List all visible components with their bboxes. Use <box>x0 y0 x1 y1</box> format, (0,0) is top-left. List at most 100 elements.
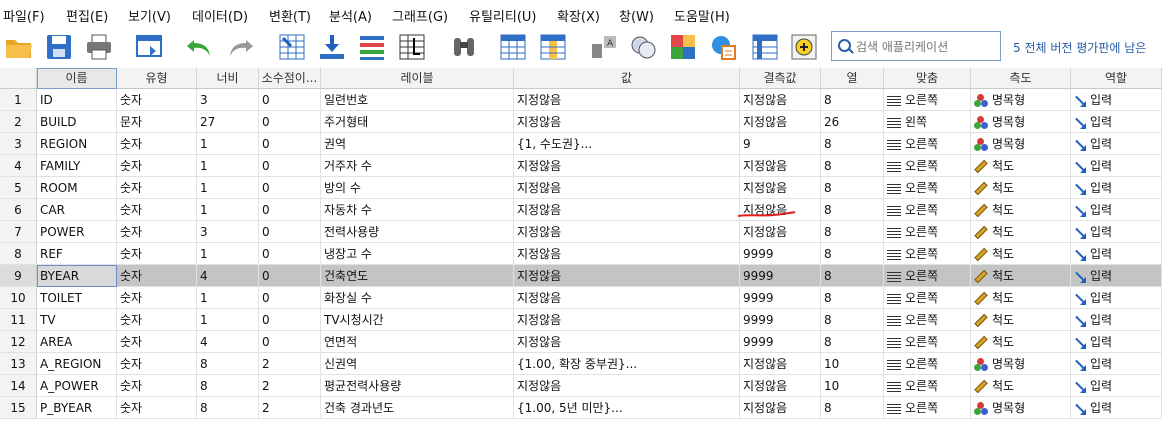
cell-label[interactable]: 주거형태 <box>321 111 514 133</box>
cell-align[interactable]: 오른쪽 <box>884 309 971 331</box>
cell-align[interactable]: 오른쪽 <box>884 331 971 353</box>
table-row[interactable]: 8 REF 숫자 1 0 냉장고 수 지정않음 9999 8 오른쪽 척도 입력 <box>0 243 1162 265</box>
menu-analyze[interactable]: 분석(A) <box>329 6 372 25</box>
cell-values[interactable]: 지정않음 <box>514 331 740 353</box>
cell-role[interactable]: 입력 <box>1071 331 1162 353</box>
cell-measure[interactable]: 척도 <box>971 287 1071 309</box>
menu-extensions[interactable]: 확장(X) <box>557 6 600 25</box>
cell-role[interactable]: 입력 <box>1071 111 1162 133</box>
cell-decimals[interactable]: 0 <box>259 89 321 111</box>
cell-label[interactable]: 전력사용량 <box>321 221 514 243</box>
cell-name[interactable]: BUILD <box>37 111 117 133</box>
cell-columns[interactable]: 8 <box>821 155 884 177</box>
table-row[interactable]: 13 A_REGION 숫자 8 2 신권역 {1.00, 확장 중부권}... 지정않음 10… <box>0 353 1162 375</box>
cell-width[interactable]: 27 <box>197 111 259 133</box>
insert-variable-icon[interactable] <box>538 32 568 62</box>
row-number[interactable]: 1 <box>0 89 37 111</box>
header-label[interactable]: 레이블 <box>321 68 514 89</box>
cell-decimals[interactable]: 0 <box>259 199 321 221</box>
menu-view[interactable]: 보기(V) <box>128 6 171 25</box>
cell-label[interactable]: 신권역 <box>321 353 514 375</box>
cell-align[interactable]: 오른쪽 <box>884 133 971 155</box>
menu-transform[interactable]: 변환(T) <box>269 6 311 25</box>
row-number[interactable]: 5 <box>0 177 37 199</box>
cell-columns[interactable]: 8 <box>821 265 884 287</box>
table-row[interactable]: 4 FAMILY 숫자 1 0 거주자 수 지정않음 지정않음 8 오른쪽 척도 입력 <box>0 155 1162 177</box>
cell-measure[interactable]: 척도 <box>971 331 1071 353</box>
cell-decimals[interactable]: 0 <box>259 177 321 199</box>
save-icon[interactable] <box>44 32 74 62</box>
cell-width[interactable]: 1 <box>197 199 259 221</box>
table-row[interactable]: 10 TOILET 숫자 1 0 화장실 수 지정않음 9999 8 오른쪽 척도 입력 <box>0 287 1162 309</box>
cell-width[interactable]: 1 <box>197 177 259 199</box>
cell-role[interactable]: 입력 <box>1071 89 1162 111</box>
value-labels-icon[interactable] <box>708 32 738 62</box>
row-number[interactable]: 6 <box>0 199 37 221</box>
cell-measure[interactable]: 척도 <box>971 155 1071 177</box>
cell-columns[interactable]: 8 <box>821 287 884 309</box>
cell-missing[interactable]: 지정않음 <box>740 155 821 177</box>
cell-align[interactable]: 왼쪽 <box>884 111 971 133</box>
cell-decimals[interactable]: 0 <box>259 111 321 133</box>
cell-width[interactable]: 8 <box>197 375 259 397</box>
cell-role[interactable]: 입력 <box>1071 353 1162 375</box>
cell-type[interactable]: 숫자 <box>117 243 197 265</box>
cell-name[interactable]: FAMILY <box>37 155 117 177</box>
cell-measure[interactable]: 척도 <box>971 375 1071 397</box>
cell-decimals[interactable]: 0 <box>259 331 321 353</box>
cell-width[interactable]: 1 <box>197 287 259 309</box>
cell-type[interactable]: 숫자 <box>117 309 197 331</box>
cell-type[interactable]: 숫자 <box>117 177 197 199</box>
cell-label[interactable]: 자동차 수 <box>321 199 514 221</box>
header-name[interactable]: 이름 <box>37 68 117 89</box>
cell-measure[interactable]: 척도 <box>971 265 1071 287</box>
row-number[interactable]: 13 <box>0 353 37 375</box>
cell-label[interactable]: 평균전력사용량 <box>321 375 514 397</box>
cell-label[interactable]: 권역 <box>321 133 514 155</box>
cell-type[interactable]: 숫자 <box>117 133 197 155</box>
cell-align[interactable]: 오른쪽 <box>884 89 971 111</box>
menu-data[interactable]: 데이터(D) <box>192 6 248 25</box>
cell-type[interactable]: 숫자 <box>117 397 197 419</box>
cell-columns[interactable]: 26 <box>821 111 884 133</box>
cell-measure[interactable]: 명목형 <box>971 111 1071 133</box>
cell-type[interactable]: 숫자 <box>117 331 197 353</box>
cell-name[interactable]: A_REGION <box>37 353 117 375</box>
cell-align[interactable]: 오른쪽 <box>884 177 971 199</box>
header-align[interactable]: 맞춤 <box>884 68 971 89</box>
cell-name[interactable]: REF <box>37 243 117 265</box>
cell-role[interactable]: 입력 <box>1071 375 1162 397</box>
header-decimals[interactable]: 소수점이... <box>259 68 321 89</box>
cell-missing[interactable]: 지정않음 <box>740 221 821 243</box>
cell-decimals[interactable]: 2 <box>259 375 321 397</box>
cell-label[interactable]: 화장실 수 <box>321 287 514 309</box>
cell-align[interactable]: 오른쪽 <box>884 375 971 397</box>
cell-name[interactable]: ROOM <box>37 177 117 199</box>
menu-utilities[interactable]: 유틸리티(U) <box>469 6 537 25</box>
cell-label[interactable]: TV시청시간 <box>321 309 514 331</box>
cell-values[interactable]: {1.00, 확장 중부권}... <box>514 353 740 375</box>
cell-role[interactable]: 입력 <box>1071 221 1162 243</box>
descriptives-icon[interactable] <box>397 32 427 62</box>
cell-role[interactable]: 입력 <box>1071 309 1162 331</box>
cell-measure[interactable]: 척도 <box>971 221 1071 243</box>
cell-missing[interactable]: 지정않음 <box>740 111 821 133</box>
cell-label[interactable]: 거주자 수 <box>321 155 514 177</box>
cell-role[interactable]: 입력 <box>1071 397 1162 419</box>
cell-missing[interactable]: 지정않음 <box>740 353 821 375</box>
cell-role[interactable]: 입력 <box>1071 133 1162 155</box>
cell-width[interactable]: 4 <box>197 265 259 287</box>
menu-window[interactable]: 창(W) <box>619 6 654 25</box>
cell-columns[interactable]: 8 <box>821 89 884 111</box>
cell-type[interactable]: 숫자 <box>117 221 197 243</box>
cell-width[interactable]: 1 <box>197 155 259 177</box>
cell-columns[interactable]: 10 <box>821 353 884 375</box>
cell-name[interactable]: A_POWER <box>37 375 117 397</box>
cell-columns[interactable]: 10 <box>821 375 884 397</box>
cell-align[interactable]: 오른쪽 <box>884 199 971 221</box>
cell-role[interactable]: 입력 <box>1071 199 1162 221</box>
insert-cases-icon[interactable] <box>498 32 528 62</box>
redo-icon[interactable] <box>226 32 256 62</box>
cell-columns[interactable]: 8 <box>821 309 884 331</box>
row-number[interactable]: 15 <box>0 397 37 419</box>
